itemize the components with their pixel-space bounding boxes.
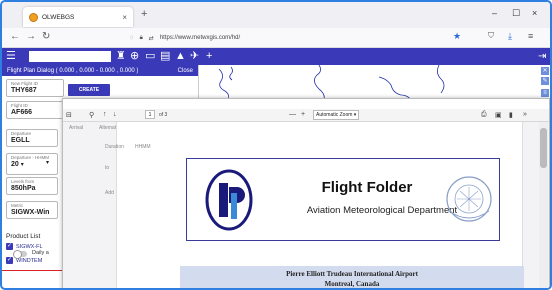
product-checkbox-sigwx[interactable]: ✓ SIGWX-FL <box>6 243 43 250</box>
product-checkbox-windtemp[interactable]: ✓ WINDTEM <box>6 257 42 264</box>
airport-banner: Pierre Elliott Trudeau International Air… <box>180 266 524 288</box>
page-down-icon[interactable]: ↓ <box>113 111 117 118</box>
shapes-icon[interactable]: ▲ <box>175 49 186 64</box>
reload-icon[interactable]: ↻ <box>42 31 50 42</box>
department-logo-icon <box>205 169 253 231</box>
ghost-to: to <box>105 165 110 171</box>
daily-label: Daily a <box>32 250 49 256</box>
tab-title: OLWEBGS <box>42 13 75 21</box>
url-bar[interactable]: ◌ 🔒︎ ⇄ https://www.metwxgis.com/hd/ <box>130 31 462 45</box>
tab-bar: OLWEBGS × + – ☐ × <box>2 2 550 28</box>
ghost-hhmm: HHMM <box>135 144 151 150</box>
departure-field[interactable]: Departure EGLL <box>6 129 58 147</box>
document-icon[interactable]: ▤ <box>160 49 170 64</box>
maximize-button[interactable]: ☐ <box>512 8 520 19</box>
add-icon[interactable]: + <box>206 49 212 64</box>
panel-title: Flight Plan Dialog ( 0.000 , 0.000 - 0.0… <box>7 67 139 74</box>
lock-icon: 🔒︎ <box>139 34 143 41</box>
pocket-icon[interactable]: ⛉ <box>488 31 494 41</box>
metric-value: SIGWX-Win <box>11 209 50 216</box>
zoom-in-icon[interactable]: + <box>301 111 305 118</box>
chevron-down-icon: ▾ <box>353 112 357 118</box>
ghost-add: Add <box>105 190 114 196</box>
more-tools-icon[interactable]: » <box>523 111 527 118</box>
window-close-button[interactable]: × <box>532 8 537 18</box>
product-label: SIGWX-FL <box>16 243 43 250</box>
map-layer-icon[interactable]: ≡ <box>541 89 549 97</box>
browser-window: OLWEBGS × + – ☐ × ← → ↻ ◌ 🔒︎ ⇄ https://w… <box>0 0 552 290</box>
search-input[interactable] <box>29 51 111 62</box>
flight-folder-title: Flight Folder <box>321 179 413 196</box>
bookmark-star-icon[interactable]: ★ <box>453 31 461 42</box>
minimize-button[interactable]: – <box>492 8 497 18</box>
page-up-icon[interactable]: ↑ <box>103 111 107 118</box>
find-icon[interactable]: ⚲ <box>89 111 94 119</box>
zoom-out-icon[interactable]: — <box>289 111 296 118</box>
chevron-down-icon: ▾ <box>46 160 50 166</box>
zoom-value: Automatic Zoom <box>316 112 353 118</box>
new-flight-id-field[interactable]: New Flight ID THY687 <box>6 79 64 97</box>
departure-value: EGLL <box>11 137 30 144</box>
departure-time-value: 20 <box>11 161 19 168</box>
pdf-scrollbar[interactable] <box>539 122 548 288</box>
levels-value: 850hPa <box>11 185 36 192</box>
airport-city: Montreal, Canada <box>324 280 380 288</box>
flight-folder-title-box: Flight Folder Aviation Meteorological De… <box>186 158 500 241</box>
bookmark-icon[interactable]: ▮ <box>509 111 513 119</box>
pdf-toolbar: ⊟ ⚲ ↑ ↓ 1 of 3 — + Automatic Zoom ▾ ⎙ ▣ … <box>63 109 549 122</box>
permissions-icon: ⇄ <box>148 35 154 42</box>
url-text: https://www.metwxgis.com/hd/ <box>159 35 241 41</box>
ghost-arrival: Arrival <box>69 125 84 131</box>
globe-icon[interactable]: ⊕ <box>130 49 139 64</box>
navigation-bar: ← → ↻ ◌ 🔒︎ ⇄ https://www.metwxgis.com/hd… <box>2 28 550 48</box>
sidebar-toggle-icon[interactable]: ⊟ <box>66 111 72 119</box>
departure-minute-select[interactable]: ▾ <box>42 156 58 175</box>
levels-field[interactable]: Levels from 850hPa <box>6 177 58 195</box>
chevron-down-icon: ▾ <box>20 162 24 168</box>
product-list-label: Product List <box>6 233 41 240</box>
forward-icon[interactable]: → <box>26 31 36 42</box>
flight-id-field[interactable]: Flight ID AF666 <box>6 101 64 119</box>
pdf-scrollbar-thumb[interactable] <box>540 128 547 168</box>
browser-tab[interactable]: OLWEBGS × <box>23 7 133 27</box>
app-toolbar: ☰ ♜ ⊕ ▭ ▤ ▲ ✈ + ⇥ <box>2 48 550 65</box>
new-flight-id-value: THY687 <box>11 87 37 94</box>
page-number-input[interactable]: 1 <box>145 110 155 119</box>
airport-name: Pierre Elliott Trudeau International Air… <box>286 270 418 278</box>
shield-icon: ◌ <box>130 35 134 41</box>
page-count: of 3 <box>159 112 168 118</box>
print-icon[interactable]: ⎙ <box>481 111 487 119</box>
save-icon[interactable]: ▣ <box>495 111 502 119</box>
metric-field[interactable]: Metric SIGWX-Win <box>6 201 58 219</box>
tab-close-icon[interactable]: × <box>122 13 127 22</box>
zoom-select[interactable]: Automatic Zoom ▾ <box>313 110 359 120</box>
checkbox-checked-icon: ✓ <box>6 257 13 264</box>
daily-toggle[interactable] <box>13 250 27 259</box>
logout-icon[interactable]: ⇥ <box>538 49 546 64</box>
favicon-icon <box>29 12 38 22</box>
back-icon[interactable]: ← <box>10 31 20 42</box>
window-icon[interactable]: ▭ <box>145 49 155 64</box>
flight-id-value: AF666 <box>11 109 33 116</box>
product-label: WINDTEM <box>16 257 43 264</box>
map-close-icon[interactable]: ✕ <box>541 67 549 75</box>
icao-emblem-icon <box>446 176 492 222</box>
panel-header: Flight Plan Dialog ( 0.000 , 0.000 - 0.0… <box>2 65 198 76</box>
hamburger-menu-icon[interactable]: ☰ <box>6 49 16 64</box>
pin-icon[interactable]: ♜ <box>116 49 126 64</box>
pdf-page: Duration HHMM to Add Flight Folder Aviat… <box>105 122 524 288</box>
ghost-duration: Duration <box>105 144 124 150</box>
create-button[interactable]: CREATE <box>68 84 110 96</box>
plane-icon[interactable]: ✈ <box>190 49 199 64</box>
panel-close-button[interactable]: Close <box>178 68 193 74</box>
map-edit-icon[interactable]: ✎ <box>541 77 549 85</box>
pdf-viewer: ⊟ ⚲ ↑ ↓ 1 of 3 — + Automatic Zoom ▾ ⎙ ▣ … <box>62 98 550 288</box>
new-tab-button[interactable]: + <box>141 8 147 20</box>
menu-icon[interactable]: ≡ <box>528 31 533 41</box>
checkbox-checked-icon: ✓ <box>6 243 13 250</box>
download-icon[interactable]: ⤓ <box>508 31 512 42</box>
pdf-page-area[interactable]: Arrival Alternate Airports Duration HHMM… <box>63 122 549 288</box>
